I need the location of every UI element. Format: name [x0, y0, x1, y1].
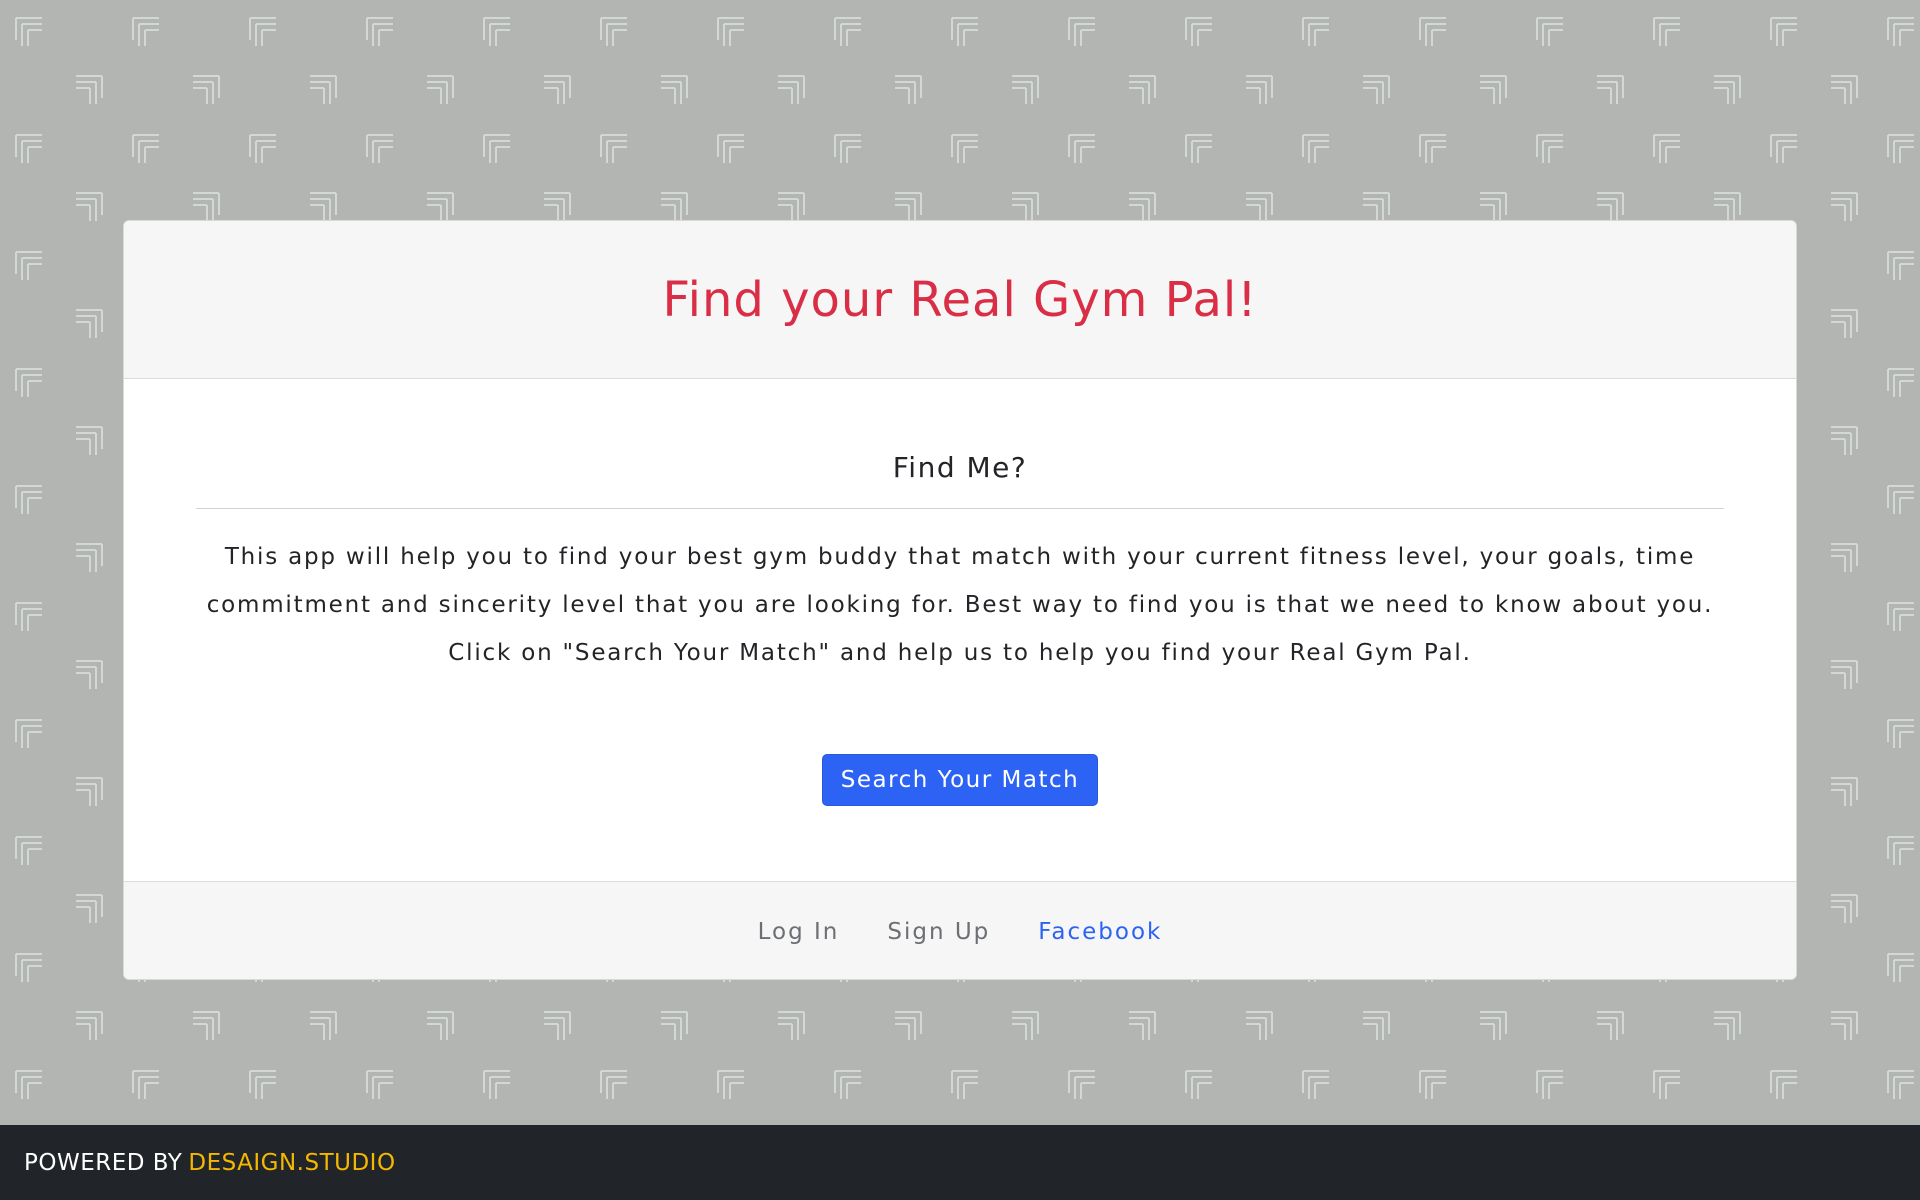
button-container: Search Your Match	[196, 754, 1724, 806]
card-header: Find your Real Gym Pal!	[124, 221, 1796, 379]
powered-by-bar: POWERED BY DESAIGN.STUDIO	[0, 1125, 1920, 1200]
powered-by-label: POWERED BY	[24, 1149, 183, 1176]
section-heading: Find Me?	[892, 451, 1028, 484]
card-footer: Log In Sign Up Facebook	[124, 881, 1796, 979]
gym-pal-card: Find your Real Gym Pal! Find Me? This ap…	[123, 220, 1797, 980]
facebook-link[interactable]: Facebook	[1038, 919, 1162, 945]
desaign-studio-link[interactable]: DESAIGN.STUDIO	[188, 1150, 395, 1176]
page-title: Find your Real Gym Pal!	[662, 271, 1258, 328]
divider	[196, 508, 1724, 509]
card-body: Find Me? This app will help you to find …	[124, 379, 1796, 881]
signup-link[interactable]: Sign Up	[887, 919, 990, 945]
app-description: This app will help you to find your best…	[206, 544, 1714, 666]
search-your-match-button[interactable]: Search Your Match	[821, 754, 1099, 806]
login-link[interactable]: Log In	[758, 919, 840, 945]
